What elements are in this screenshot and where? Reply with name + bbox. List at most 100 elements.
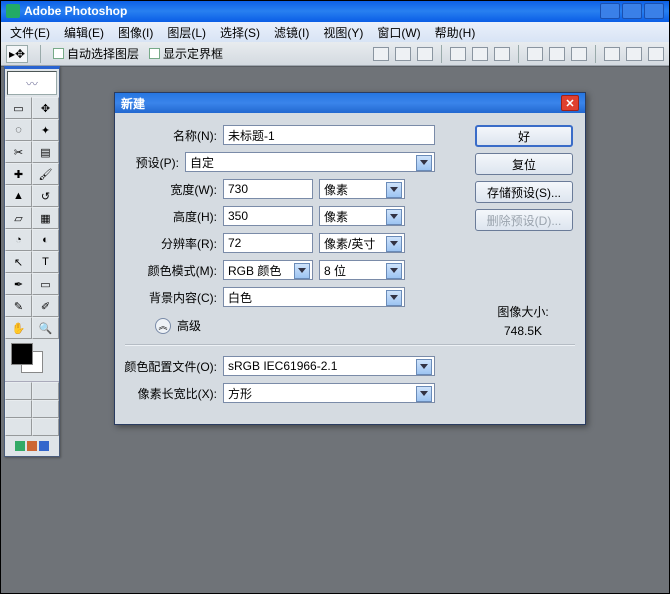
align-bottom-icon[interactable] (417, 47, 433, 61)
width-unit-select[interactable]: 像素 (319, 179, 405, 199)
chevron-up-icon[interactable]: ︽ (155, 318, 171, 334)
mask-screen-modes (5, 381, 59, 436)
background-select[interactable]: 白色 (223, 287, 405, 307)
height-unit-select[interactable]: 像素 (319, 206, 405, 226)
screen-mode-3-button[interactable] (5, 418, 32, 436)
color-profile-value: sRGB IEC61966-2.1 (228, 359, 337, 373)
menu-bar: 文件(E) 编辑(E) 图像(I) 图层(L) 选择(S) 滤镜(I) 视图(Y… (0, 22, 670, 42)
dist-vcenter-icon[interactable] (549, 47, 565, 61)
color-mode-label: 颜色模式(M): (125, 262, 223, 279)
align-top-icon[interactable] (373, 47, 389, 61)
path-tool[interactable]: ↖ (5, 251, 32, 273)
wand-tool[interactable]: ✦ (32, 119, 59, 141)
dist-right-icon[interactable] (648, 47, 664, 61)
height-field[interactable] (223, 206, 313, 226)
eyedropper-tool[interactable]: ✐ (32, 295, 59, 317)
resolution-label: 分辨率(R): (125, 235, 223, 252)
show-bounds-option[interactable]: 显示定界框 (149, 45, 223, 62)
pixel-aspect-select[interactable]: 方形 (223, 383, 435, 403)
marquee-tool[interactable]: ▭ (5, 97, 32, 119)
app-icon (6, 4, 20, 18)
color-profile-select[interactable]: sRGB IEC61966-2.1 (223, 356, 435, 376)
hand-tool[interactable]: ✋ (5, 317, 32, 339)
bit-depth-select[interactable]: 8 位 (319, 260, 405, 280)
color-swatches[interactable] (9, 343, 55, 377)
notes-tool[interactable]: ✎ (5, 295, 32, 317)
standard-mode-button[interactable] (5, 382, 32, 400)
maximize-button[interactable] (622, 3, 642, 19)
resolution-unit-value: 像素/英寸 (324, 235, 375, 252)
close-window-button[interactable] (644, 3, 664, 19)
lasso-tool[interactable]: ◌ (5, 119, 32, 141)
foreground-color-swatch[interactable] (11, 343, 33, 365)
separator (40, 45, 41, 63)
pen-tool[interactable]: ✒ (5, 273, 32, 295)
preset-select[interactable]: 自定 (185, 152, 435, 172)
name-field[interactable] (223, 125, 435, 145)
screen-mode-1-button[interactable] (5, 400, 32, 418)
move-tool-indicator[interactable]: ▸✥ (6, 45, 28, 63)
checkbox-icon[interactable] (53, 48, 64, 59)
preset-value: 自定 (190, 154, 214, 171)
history-brush-tool[interactable]: ↺ (32, 185, 59, 207)
align-left-icon[interactable] (450, 47, 466, 61)
menu-filter[interactable]: 滤镜(I) (268, 22, 315, 43)
dialog-titlebar[interactable]: 新建 ✕ (115, 93, 585, 113)
quickmask-mode-button[interactable] (32, 382, 59, 400)
brush-tool[interactable]: 🖌 (32, 163, 59, 185)
menu-view[interactable]: 视图(Y) (317, 22, 369, 43)
align-vcenter-icon[interactable] (395, 47, 411, 61)
dialog-close-button[interactable]: ✕ (561, 95, 579, 111)
menu-edit[interactable]: 编辑(E) (58, 22, 110, 43)
menu-help[interactable]: 帮助(H) (429, 22, 482, 43)
screen-mode-4-button[interactable] (32, 418, 59, 436)
pixel-aspect-label: 像素长宽比(X): (109, 385, 223, 402)
dodge-tool[interactable]: ◐ (32, 229, 59, 251)
separator (518, 45, 519, 63)
shape-tool[interactable]: ▭ (32, 273, 59, 295)
dist-hcenter-icon[interactable] (626, 47, 642, 61)
imageready-link[interactable] (5, 436, 59, 456)
app-titlebar: Adobe Photoshop (0, 0, 670, 22)
dist-left-icon[interactable] (604, 47, 620, 61)
image-size-readout: 图像大小: 748.5K (483, 303, 563, 341)
width-field[interactable] (223, 179, 313, 199)
slice-tool[interactable]: ▤ (32, 141, 59, 163)
save-preset-button[interactable]: 存储预设(S)... (475, 181, 573, 203)
stamp-tool[interactable]: ▲ (5, 185, 32, 207)
reset-button[interactable]: 复位 (475, 153, 573, 175)
auto-select-layer-option[interactable]: 自动选择图层 (53, 45, 139, 62)
crop-tool[interactable]: ✂ (5, 141, 32, 163)
eraser-tool[interactable]: ▱ (5, 207, 32, 229)
minimize-button[interactable] (600, 3, 620, 19)
imageready-icon (39, 441, 49, 451)
menu-select[interactable]: 选择(S) (214, 22, 266, 43)
color-mode-value: RGB 颜色 (228, 262, 281, 279)
menu-file[interactable]: 文件(E) (4, 22, 56, 43)
auto-select-layer-label: 自动选择图层 (67, 45, 139, 62)
heal-tool[interactable]: ✚ (5, 163, 32, 185)
dist-bottom-icon[interactable] (571, 47, 587, 61)
screen-mode-2-button[interactable] (32, 400, 59, 418)
blur-tool[interactable]: ◔ (5, 229, 32, 251)
zoom-tool[interactable]: 🔍 (32, 317, 59, 339)
color-mode-select[interactable]: RGB 颜色 (223, 260, 313, 280)
resolution-field[interactable] (223, 233, 313, 253)
background-value: 白色 (228, 289, 252, 306)
align-right-icon[interactable] (494, 47, 510, 61)
move-tool[interactable]: ✥ (32, 97, 59, 119)
dialog-title: 新建 (121, 95, 145, 112)
checkbox-icon[interactable] (149, 48, 160, 59)
name-label: 名称(N): (125, 127, 223, 144)
pixel-aspect-value: 方形 (228, 385, 252, 402)
dist-top-icon[interactable] (527, 47, 543, 61)
resolution-unit-select[interactable]: 像素/英寸 (319, 233, 405, 253)
type-tool[interactable]: T (32, 251, 59, 273)
align-hcenter-icon[interactable] (472, 47, 488, 61)
gradient-tool[interactable]: ▦ (32, 207, 59, 229)
app-title: Adobe Photoshop (24, 4, 127, 18)
menu-window[interactable]: 窗口(W) (371, 22, 426, 43)
menu-layer[interactable]: 图层(L) (161, 22, 212, 43)
ok-button[interactable]: 好 (475, 125, 573, 147)
menu-image[interactable]: 图像(I) (112, 22, 159, 43)
